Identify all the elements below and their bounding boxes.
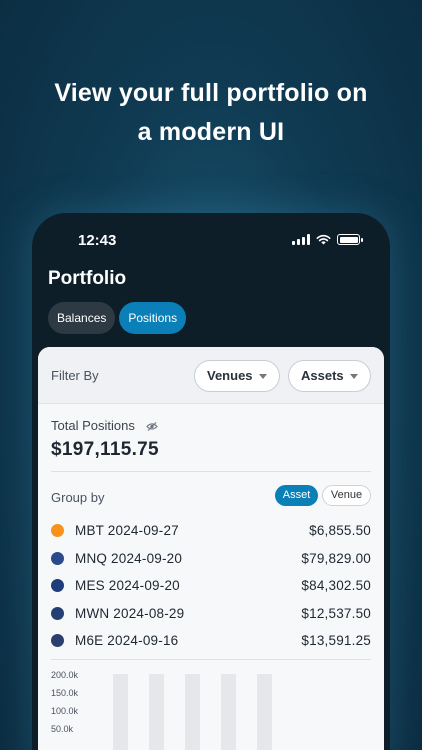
filter-label: Filter By xyxy=(51,368,99,383)
battery-icon xyxy=(337,234,363,245)
position-row[interactable]: MNQ 2024-09-20 $79,829.00 xyxy=(51,545,371,573)
status-icons xyxy=(292,234,363,245)
positions-card: Filter By Venues Assets Total Positions … xyxy=(38,347,384,750)
headline-line-1: View your full portfolio on xyxy=(54,79,368,107)
position-amount: $6,855.50 xyxy=(309,523,371,539)
venues-dropdown-label: Venues xyxy=(207,368,253,383)
marketing-headline: View your full portfolio on a modern UI xyxy=(0,74,422,152)
chart-bar xyxy=(221,674,236,750)
position-name: MNQ 2024-09-20 xyxy=(75,550,183,566)
venues-dropdown[interactable]: Venues xyxy=(194,360,280,392)
position-amount: $13,591.25 xyxy=(301,633,371,649)
tab-balances[interactable]: Balances xyxy=(48,302,116,334)
wifi-icon xyxy=(316,234,331,245)
assets-dropdown[interactable]: Assets xyxy=(288,360,371,392)
position-name: M6E 2024-09-16 xyxy=(75,633,179,649)
positions-bar-chart: 200.0k 150.0k 100.0k 50.0k xyxy=(51,670,371,750)
mes-coin-icon xyxy=(51,579,64,593)
filter-bar: Filter By Venues Assets xyxy=(38,347,384,404)
y-tick-label: 50.0k xyxy=(51,724,74,734)
status-bar: 12:43 xyxy=(32,231,390,251)
group-venue-chip[interactable]: Venue xyxy=(322,485,371,506)
mwn-coin-icon xyxy=(51,606,64,620)
chart-bar xyxy=(185,674,200,750)
group-asset-chip[interactable]: Asset xyxy=(275,485,318,506)
position-amount: $84,302.50 xyxy=(301,578,371,594)
phone-frame: 12:43 Portfolio Balances Positions Filte… xyxy=(32,213,390,750)
chart-bar xyxy=(149,674,164,750)
eye-off-icon[interactable] xyxy=(146,422,159,431)
position-name: MWN 2024-08-29 xyxy=(75,605,185,621)
position-name: MES 2024-09-20 xyxy=(75,578,180,594)
mnq-coin-icon xyxy=(51,551,64,565)
chart-bar xyxy=(113,674,128,750)
m6e-coin-icon xyxy=(51,634,64,648)
divider xyxy=(51,471,371,472)
divider xyxy=(51,659,371,660)
page-title: Portfolio xyxy=(48,268,127,289)
total-positions-label-row: Total Positions xyxy=(51,418,371,433)
position-name: MBT 2024-09-27 xyxy=(75,523,179,539)
headline-line-2: a modern UI xyxy=(137,118,285,146)
signal-icon xyxy=(292,234,310,245)
assets-dropdown-label: Assets xyxy=(301,368,344,383)
position-amount: $79,829.00 xyxy=(301,550,371,566)
positions-list: MBT 2024-09-27 $6,855.50 MNQ 2024-09-20 … xyxy=(51,517,371,655)
position-row[interactable]: MWN 2024-08-29 $12,537.50 xyxy=(51,600,371,628)
caret-down-icon xyxy=(258,374,267,380)
mbt-coin-icon xyxy=(51,524,64,538)
chart-bar xyxy=(257,674,272,750)
total-positions-label: Total Positions xyxy=(51,418,135,433)
total-positions-value: $197,115.75 xyxy=(51,439,159,460)
portfolio-tabs: Balances Positions xyxy=(48,302,187,334)
y-tick-label: 200.0k xyxy=(51,670,79,680)
status-time: 12:43 xyxy=(78,232,117,249)
caret-down-icon xyxy=(349,374,358,380)
position-row[interactable]: MES 2024-09-20 $84,302.50 xyxy=(51,572,371,600)
tab-positions[interactable]: Positions xyxy=(119,302,187,334)
y-tick-label: 100.0k xyxy=(51,706,79,716)
y-tick-label: 150.0k xyxy=(51,688,79,698)
position-row[interactable]: MBT 2024-09-27 $6,855.50 xyxy=(51,517,371,545)
position-row[interactable]: M6E 2024-09-16 $13,591.25 xyxy=(51,627,371,655)
position-amount: $12,537.50 xyxy=(301,605,371,621)
